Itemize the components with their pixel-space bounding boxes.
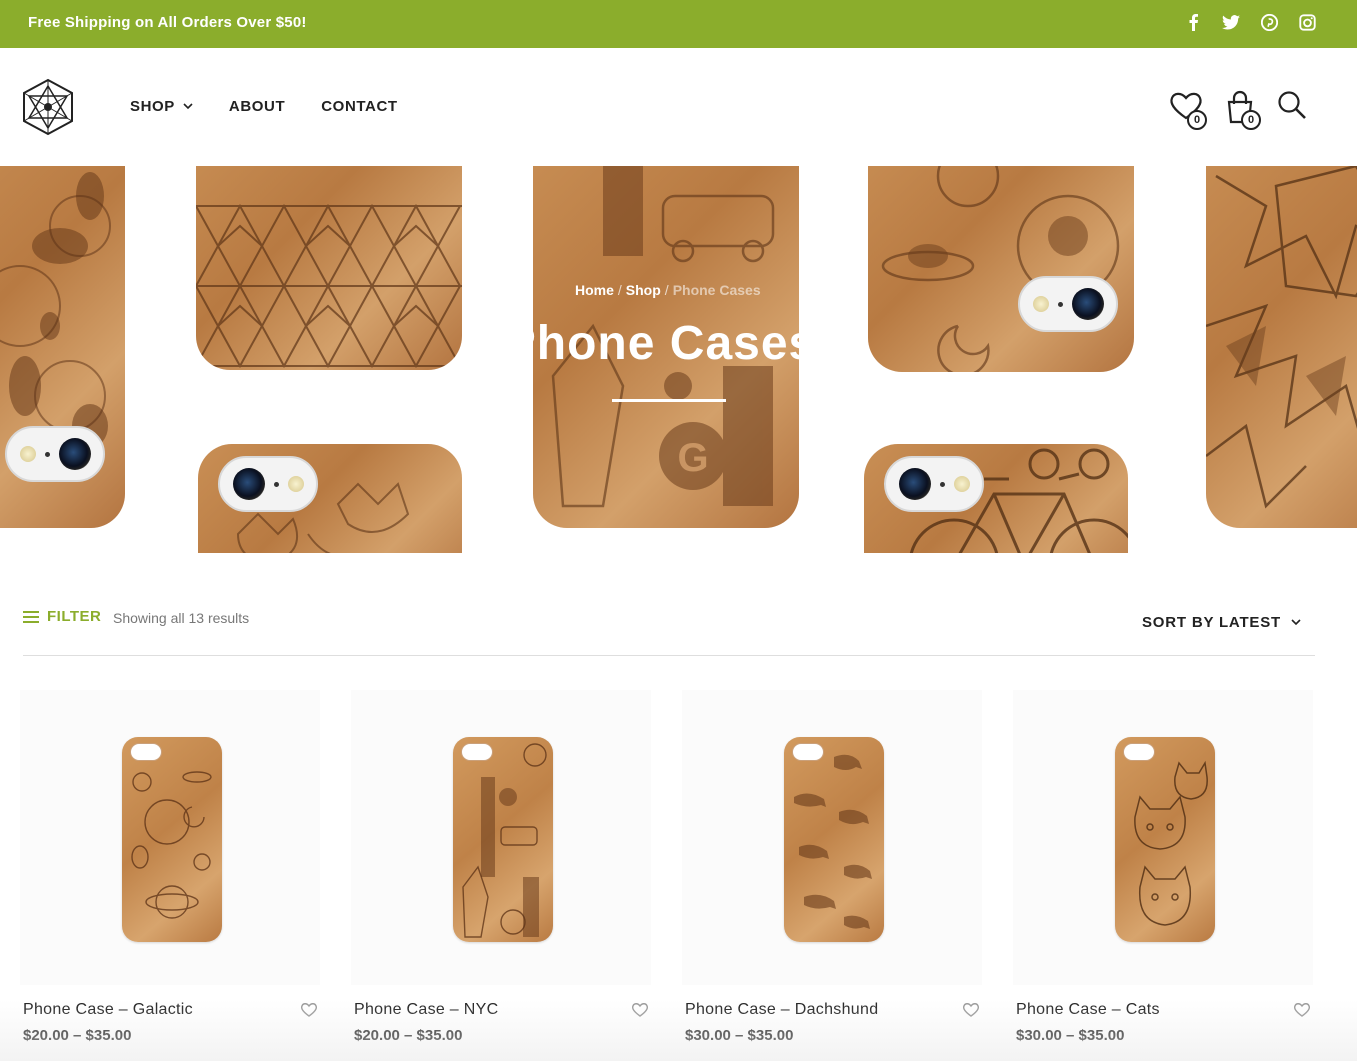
breadcrumb-separator: / bbox=[617, 282, 622, 298]
hero-banner: G Home / Shop / Phone Cases Phone Cases bbox=[0, 166, 1357, 553]
hero-case-image bbox=[1206, 166, 1357, 528]
wishlist-heart-icon[interactable] bbox=[300, 1002, 318, 1018]
phone-case-image bbox=[453, 737, 553, 942]
product-card[interactable]: Phone Case – Cats $30.00 – $35.00 bbox=[1013, 690, 1313, 1044]
promo-text: Free Shipping on All Orders Over $50! bbox=[28, 14, 307, 31]
chevron-down-icon bbox=[1291, 619, 1301, 626]
social-links bbox=[1183, 12, 1317, 32]
cart-button[interactable]: 0 bbox=[1223, 90, 1261, 130]
nav-shop-label: SHOP bbox=[130, 98, 175, 115]
nav-about-label: ABOUT bbox=[228, 98, 286, 115]
shop-toolbar: FILTER Showing all 13 results SORT BY LA… bbox=[23, 604, 1315, 656]
hero-case-image bbox=[864, 444, 1128, 553]
results-count: Showing all 13 results bbox=[113, 610, 250, 626]
nav-contact[interactable]: CONTACT bbox=[321, 98, 397, 115]
site-header: SHOP ABOUT CONTACT 0 0 bbox=[0, 48, 1357, 166]
facebook-icon[interactable] bbox=[1183, 12, 1203, 32]
nav-contact-label: CONTACT bbox=[321, 98, 398, 115]
camera-lens bbox=[1018, 276, 1118, 332]
hero-case-image bbox=[868, 166, 1134, 372]
product-name[interactable]: Phone Case – Dachshund bbox=[685, 1001, 878, 1019]
hero-heading-block: Home / Shop / Phone Cases Phone Cases bbox=[504, 166, 815, 553]
product-image[interactable] bbox=[682, 690, 982, 985]
pinterest-icon[interactable] bbox=[1259, 12, 1279, 32]
cart-count: 0 bbox=[1241, 110, 1261, 130]
twitter-icon[interactable] bbox=[1221, 12, 1241, 32]
product-card[interactable]: Phone Case – Dachshund $30.00 – $35.00 bbox=[682, 690, 982, 1044]
camera-lens bbox=[218, 456, 318, 512]
chevron-down-icon bbox=[183, 103, 193, 110]
search-icon bbox=[1278, 91, 1306, 119]
wishlist-button[interactable]: 0 bbox=[1169, 90, 1207, 130]
filter-label: FILTER bbox=[47, 608, 102, 625]
breadcrumb-home[interactable]: Home bbox=[575, 282, 614, 298]
sort-dropdown[interactable]: SORT BY LATEST bbox=[1142, 614, 1301, 631]
phone-case-image bbox=[1115, 737, 1215, 942]
breadcrumb-separator: / bbox=[664, 282, 669, 298]
product-card[interactable]: Phone Case – NYC $20.00 – $35.00 bbox=[351, 690, 651, 1044]
promo-bar: Free Shipping on All Orders Over $50! bbox=[0, 0, 1357, 48]
hero-case-image bbox=[198, 444, 462, 553]
product-name[interactable]: Phone Case – Cats bbox=[1016, 1001, 1160, 1019]
wishlist-heart-icon[interactable] bbox=[962, 1002, 980, 1018]
product-price: $20.00 – $35.00 bbox=[23, 1027, 132, 1044]
title-underline bbox=[612, 399, 726, 402]
breadcrumb: Home / Shop / Phone Cases bbox=[575, 282, 761, 298]
nav-about[interactable]: ABOUT bbox=[229, 98, 285, 115]
product-name[interactable]: Phone Case – NYC bbox=[354, 1001, 498, 1019]
product-card[interactable]: Phone Case – Galactic $20.00 – $35.00 bbox=[20, 690, 320, 1044]
hero-case-image bbox=[0, 166, 125, 528]
main-nav: SHOP ABOUT CONTACT bbox=[130, 98, 398, 115]
breadcrumb-shop[interactable]: Shop bbox=[626, 282, 661, 298]
product-price: $20.00 – $35.00 bbox=[354, 1027, 463, 1044]
product-price: $30.00 – $35.00 bbox=[1016, 1027, 1125, 1044]
phone-case-image bbox=[784, 737, 884, 942]
menu-lines-icon bbox=[23, 610, 39, 623]
camera-lens bbox=[5, 426, 105, 482]
hero-case-image bbox=[196, 166, 462, 370]
product-image[interactable] bbox=[20, 690, 320, 985]
product-price: $30.00 – $35.00 bbox=[685, 1027, 794, 1044]
wishlist-heart-icon[interactable] bbox=[1293, 1002, 1311, 1018]
nav-shop[interactable]: SHOP bbox=[130, 98, 193, 115]
site-logo[interactable] bbox=[22, 78, 74, 136]
sort-label: SORT BY LATEST bbox=[1142, 614, 1281, 631]
breadcrumb-current: Phone Cases bbox=[672, 282, 761, 298]
page-title: Phone Cases bbox=[503, 317, 817, 370]
product-name[interactable]: Phone Case – Galactic bbox=[23, 1001, 193, 1019]
search-button[interactable] bbox=[1277, 90, 1307, 130]
wishlist-heart-icon[interactable] bbox=[631, 1002, 649, 1018]
product-image[interactable] bbox=[351, 690, 651, 985]
camera-lens bbox=[884, 456, 984, 512]
wishlist-count: 0 bbox=[1187, 110, 1207, 130]
header-actions: 0 0 bbox=[1169, 90, 1307, 130]
instagram-icon[interactable] bbox=[1297, 12, 1317, 32]
phone-case-image bbox=[122, 737, 222, 942]
product-image[interactable] bbox=[1013, 690, 1313, 985]
filter-button[interactable]: FILTER bbox=[23, 608, 101, 625]
